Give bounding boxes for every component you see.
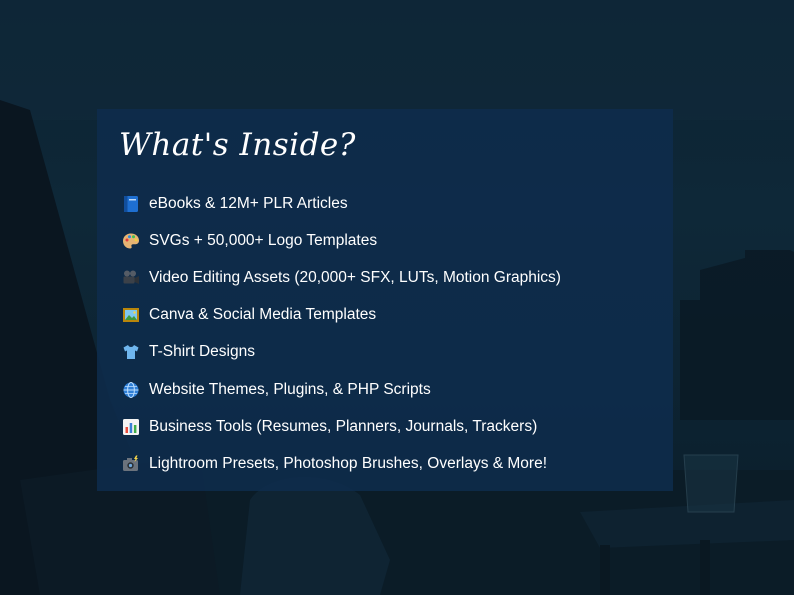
whats-inside-panel: What's Inside? eBooks & 12M+ PLR Article… (97, 109, 673, 491)
blue-book-icon (121, 194, 141, 214)
panel-title: What's Inside? (119, 127, 356, 163)
item-label: SVGs + 50,000+ Logo Templates (149, 231, 378, 249)
globe-icon (121, 380, 141, 400)
list-item: Canva & Social Media Templates (121, 297, 561, 334)
item-label: eBooks & 12M+ PLR Articles (149, 194, 348, 212)
list-item: Business Tools (Resumes, Planners, Journ… (121, 408, 561, 445)
item-label: Video Editing Assets (20,000+ SFX, LUTs,… (149, 268, 561, 286)
item-label: Lightroom Presets, Photoshop Brushes, Ov… (149, 454, 548, 472)
list-item: eBooks & 12M+ PLR Articles (121, 185, 561, 222)
framed-picture-icon (121, 305, 141, 325)
t-shirt-icon (121, 342, 141, 362)
item-label: Canva & Social Media Templates (149, 306, 377, 324)
list-item: SVGs + 50,000+ Logo Templates (121, 222, 561, 259)
list-item: T-Shirt Designs (121, 334, 561, 371)
list-item: Website Themes, Plugins, & PHP Scripts (121, 371, 561, 408)
promo-graphic: What's Inside? eBooks & 12M+ PLR Article… (0, 0, 794, 595)
artist-palette-icon (121, 231, 141, 251)
bar-chart-icon (121, 417, 141, 437)
list-item: Video Editing Assets (20,000+ SFX, LUTs,… (121, 259, 561, 296)
item-label: Business Tools (Resumes, Planners, Journ… (149, 417, 538, 435)
movie-camera-icon (121, 268, 141, 288)
list-item: Lightroom Presets, Photoshop Brushes, Ov… (121, 445, 561, 482)
camera-flash-icon (121, 454, 141, 474)
item-label: T-Shirt Designs (149, 343, 255, 361)
item-label: Website Themes, Plugins, & PHP Scripts (149, 380, 431, 398)
feature-list: eBooks & 12M+ PLR Articles SVGs + 50,000… (121, 185, 561, 483)
